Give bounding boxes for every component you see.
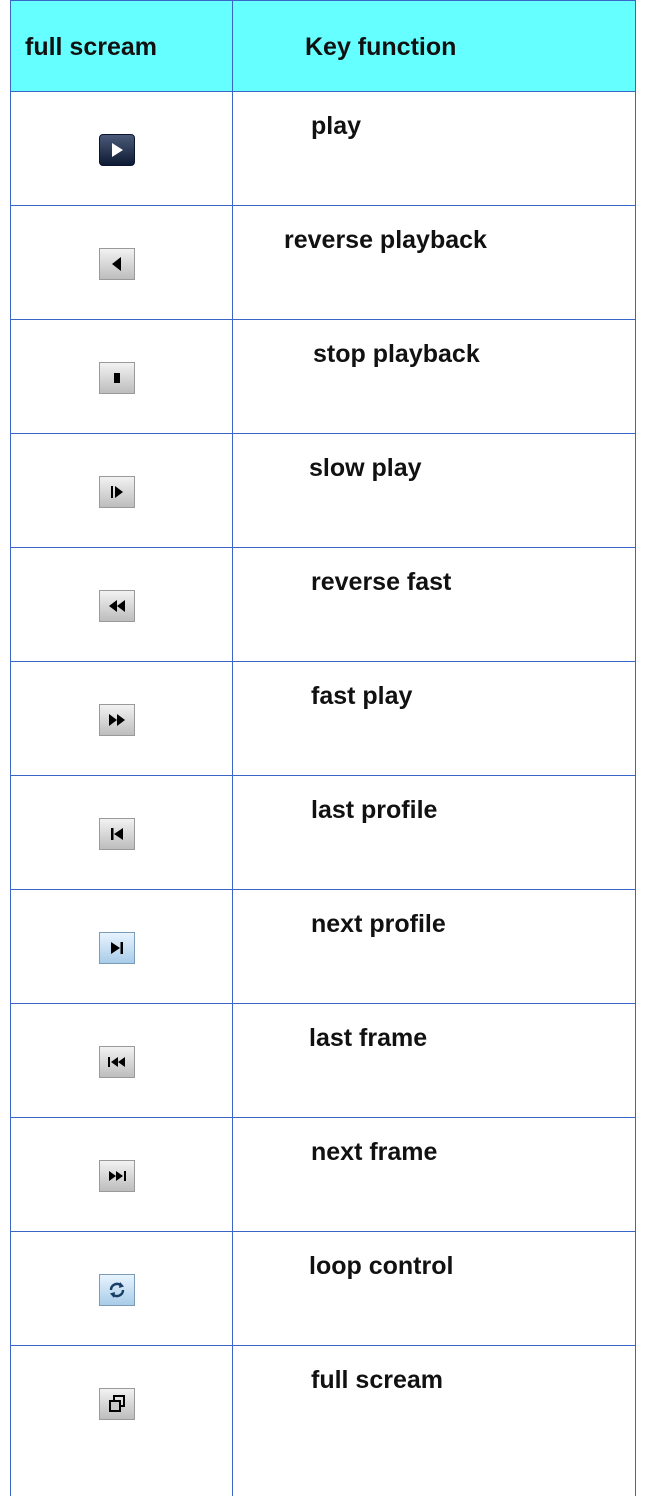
table-row: slow play — [10, 434, 636, 548]
slow-play-icon — [111, 486, 123, 498]
row-label: slow play — [309, 454, 422, 482]
play-button[interactable] — [99, 134, 135, 166]
reverse-playback-icon — [112, 257, 121, 271]
skip-back-button[interactable] — [99, 1046, 135, 1078]
stop-button[interactable] — [99, 362, 135, 394]
row-label: next frame — [311, 1138, 438, 1166]
table-row: last frame — [10, 1004, 636, 1118]
skip-back-icon — [108, 1057, 125, 1067]
table-row: reverse fast — [10, 548, 636, 662]
skip-forward-icon — [109, 1171, 126, 1181]
table-row: play — [10, 92, 636, 206]
key-function-table: full scream Key function play reverse pl… — [10, 0, 636, 1496]
table-row: reverse playback — [10, 206, 636, 320]
loop-icon — [109, 1282, 125, 1298]
header-key-function: Key function — [305, 33, 457, 61]
fullscreen-icon — [109, 1395, 125, 1412]
table-row: stop playback — [10, 320, 636, 434]
next-icon — [111, 942, 123, 954]
table-row: full scream — [10, 1346, 636, 1496]
play-icon — [112, 143, 123, 157]
fast-forward-button[interactable] — [99, 704, 135, 736]
reverse-playback-button[interactable] — [99, 248, 135, 280]
rewind-button[interactable] — [99, 590, 135, 622]
slow-play-button[interactable] — [99, 476, 135, 508]
skip-forward-button[interactable] — [99, 1160, 135, 1192]
previous-icon — [111, 828, 123, 840]
row-label: fast play — [311, 682, 413, 710]
table-row: next profile — [10, 890, 636, 1004]
table-row: fast play — [10, 662, 636, 776]
fullscreen-button[interactable] — [99, 1388, 135, 1420]
next-button[interactable] — [99, 932, 135, 964]
table-row: next frame — [10, 1118, 636, 1232]
row-label: last frame — [309, 1024, 428, 1052]
row-label: play — [311, 112, 362, 140]
table-header: full scream Key function — [10, 0, 636, 92]
previous-button[interactable] — [99, 818, 135, 850]
row-label: reverse playback — [284, 226, 487, 254]
fast-forward-icon — [109, 714, 125, 726]
table-row: last profile — [10, 776, 636, 890]
row-label: reverse fast — [311, 568, 452, 596]
header-full-scream: full scream — [11, 1, 233, 91]
row-label: full scream — [311, 1366, 444, 1394]
table-row: loop control — [10, 1232, 636, 1346]
stop-icon — [114, 373, 120, 383]
row-label: loop control — [309, 1252, 454, 1280]
rewind-icon — [109, 600, 125, 612]
row-label: stop playback — [313, 340, 480, 368]
loop-button[interactable] — [99, 1274, 135, 1306]
row-label: next profile — [311, 910, 446, 938]
row-label: last profile — [311, 796, 438, 824]
